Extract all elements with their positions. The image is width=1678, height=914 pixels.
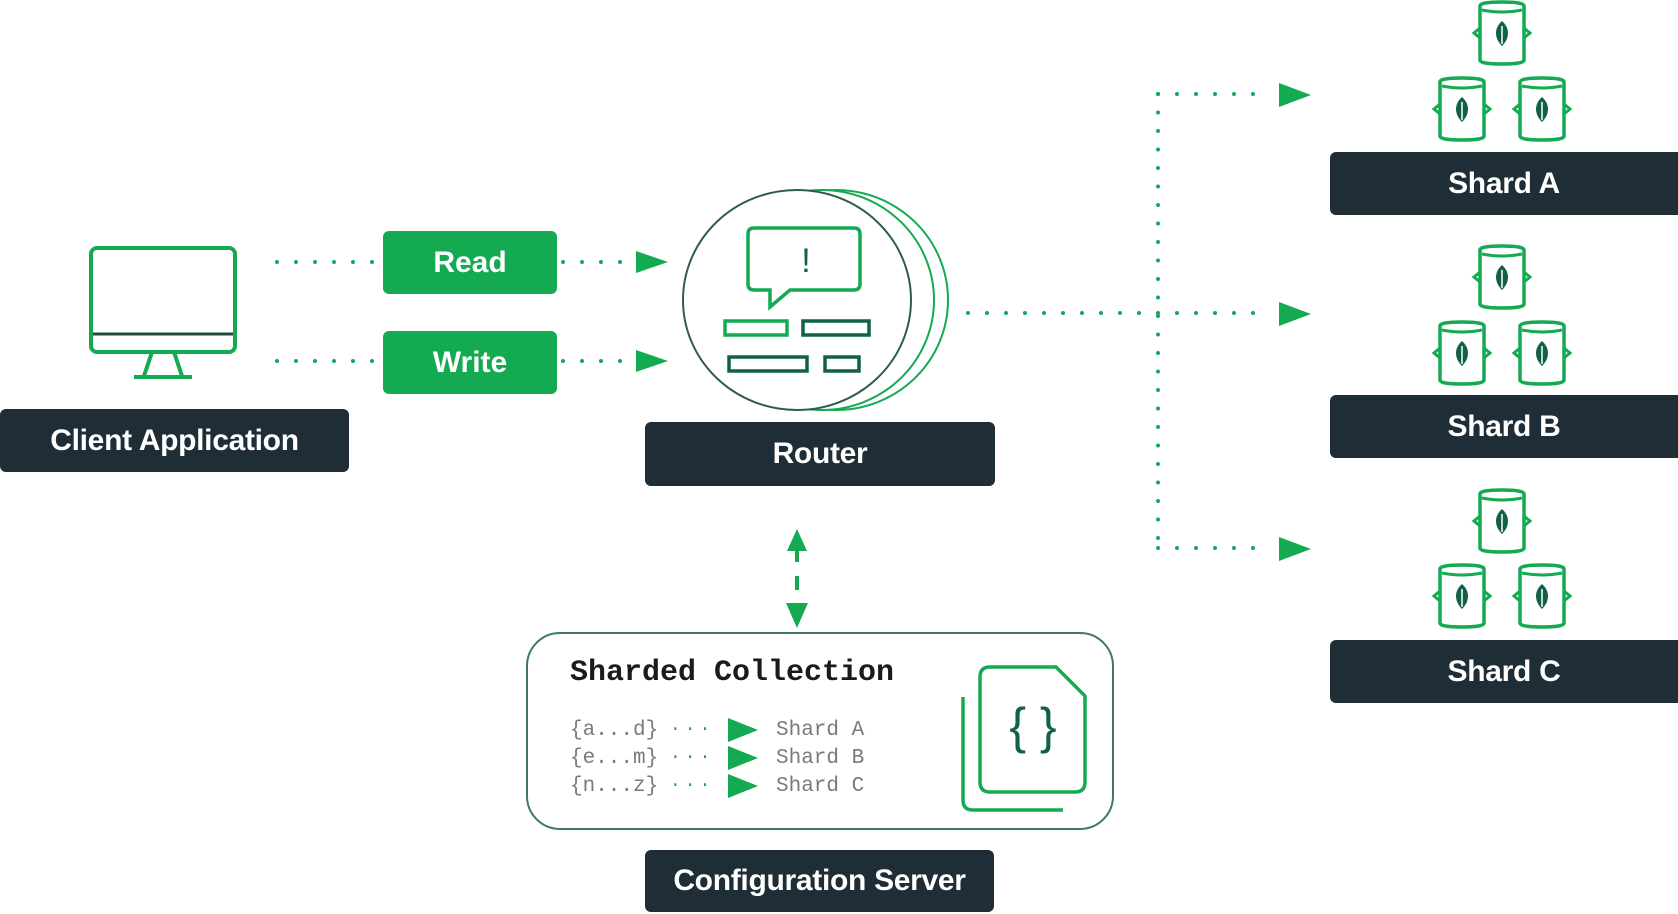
router-label: Router xyxy=(645,422,995,486)
read-label: Read xyxy=(433,245,507,279)
target-shard: Shard B xyxy=(776,746,865,770)
mapping-dots: ··· xyxy=(670,748,715,768)
shard-b-arrowhead xyxy=(1279,302,1311,326)
read-operation-badge: Read xyxy=(383,231,557,294)
key-range: {a...d} xyxy=(570,718,659,742)
configuration-server-text: Configuration Server xyxy=(673,864,966,897)
mapping-arrow-icon xyxy=(728,774,758,798)
router-label-text: Router xyxy=(772,437,868,470)
mapping-dots: ··· xyxy=(670,720,715,740)
mapping-dots: ··· xyxy=(670,776,715,796)
write-operation-badge: Write xyxy=(383,331,557,394)
shard-mapping-row: {e...m} ··· Shard B xyxy=(570,746,864,770)
shard-mapping-row: {n...z} ··· Shard C xyxy=(570,774,864,798)
target-shard: Shard C xyxy=(776,774,865,798)
shard-a-arrowhead xyxy=(1279,83,1311,107)
shard-a-replica-icon xyxy=(1432,0,1572,142)
key-range: {n...z} xyxy=(570,774,659,798)
mapping-arrow-icon xyxy=(728,718,758,742)
shard-c-label: Shard C xyxy=(1330,640,1678,703)
shard-b-label: Shard B xyxy=(1330,395,1678,458)
shard-b-replica-icon xyxy=(1432,244,1572,386)
read-router-arrow xyxy=(561,251,668,273)
key-range: {e...m} xyxy=(570,746,659,770)
target-shard: Shard A xyxy=(776,718,865,742)
configuration-server-label: Configuration Server xyxy=(645,850,994,912)
shard-c-text: Shard C xyxy=(1447,654,1561,688)
write-label: Write xyxy=(432,345,508,379)
shard-mapping-row: {a...d} ··· Shard A xyxy=(570,718,864,742)
router-config-bidirectional-arrow xyxy=(786,529,808,628)
router-shard-connector xyxy=(966,92,1274,550)
shard-a-text: Shard A xyxy=(1448,166,1560,200)
shard-c-replica-icon xyxy=(1432,488,1572,629)
shard-a-label: Shard A xyxy=(1330,152,1678,215)
client-application-text: Client Application xyxy=(50,423,299,457)
router-alert-glyph: ! xyxy=(801,242,810,280)
client-application-label: Client Application xyxy=(0,409,349,472)
shard-c-arrowhead xyxy=(1279,537,1311,561)
mapping-arrow-icon xyxy=(728,746,758,770)
shard-b-text: Shard B xyxy=(1447,409,1561,443)
router-stack-icon: ! xyxy=(682,189,949,411)
sharded-collection-panel: Sharded Collection {a...d} ··· Shard A {… xyxy=(526,632,1114,830)
write-router-arrow xyxy=(561,350,668,372)
monitor-icon xyxy=(89,246,237,379)
sharded-collection-title: Sharded Collection xyxy=(570,656,895,690)
